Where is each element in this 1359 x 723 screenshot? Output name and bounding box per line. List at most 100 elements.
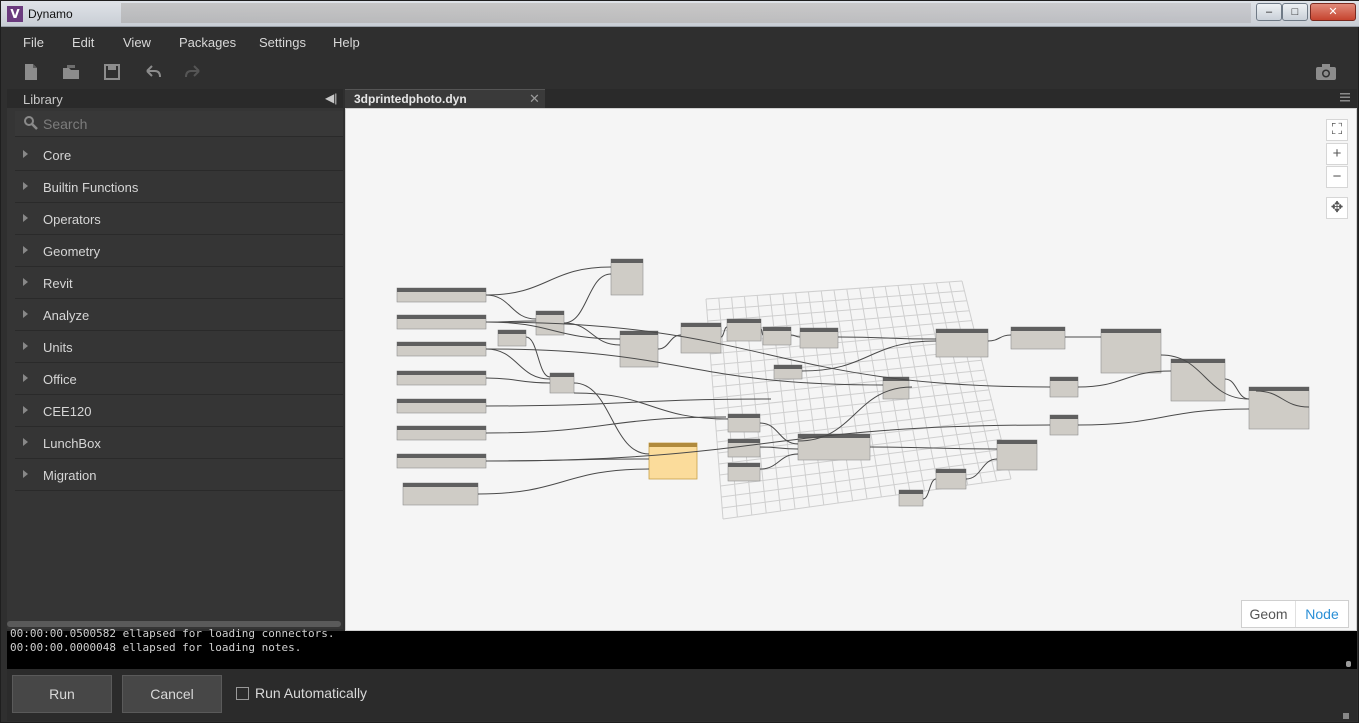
library-category-label: Office: [43, 372, 77, 387]
window-title: Dynamo: [28, 7, 73, 21]
dynamo-window: V Dynamo – □ ✕ File Edit View Packages S…: [0, 0, 1359, 723]
menu-file[interactable]: File: [23, 35, 44, 50]
library-category-item[interactable]: LunchBox: [15, 428, 343, 459]
graph-wire: [759, 446, 799, 450]
graph-node-header: [1249, 387, 1309, 391]
graph-node-header: [936, 329, 988, 333]
menu-help[interactable]: Help: [333, 35, 360, 50]
library-category-label: Units: [43, 340, 73, 355]
node-view-button[interactable]: Node: [1296, 601, 1348, 627]
workspace-canvas[interactable]: ⛶ + − ✥ Geom Node: [345, 108, 1357, 631]
library-category-item[interactable]: Builtin Functions: [15, 172, 343, 203]
graph-wire: [525, 336, 551, 378]
open-folder-icon[interactable]: [61, 62, 81, 82]
cancel-button[interactable]: Cancel: [122, 675, 222, 713]
graph-wire: [485, 266, 612, 296]
camera-icon[interactable]: [1315, 62, 1337, 82]
graph-node: [1100, 328, 1162, 374]
geom-view-button[interactable]: Geom: [1242, 601, 1296, 627]
graph-node: [1170, 358, 1226, 402]
graph-node-header: [763, 327, 791, 331]
graph-node-header: [397, 371, 486, 375]
library-category-item[interactable]: Migration: [15, 460, 343, 491]
library-header: Library ◀|: [7, 89, 343, 108]
graph-node-header: [798, 434, 870, 438]
zoom-to-fit-icon[interactable]: ⛶: [1326, 119, 1348, 141]
resize-grip-icon[interactable]: [1343, 713, 1349, 719]
run-button[interactable]: Run: [12, 675, 112, 713]
library-category-item[interactable]: Analyze: [15, 300, 343, 331]
library-category-label: LunchBox: [43, 436, 101, 451]
library-category-item[interactable]: Office: [15, 364, 343, 395]
expand-arrow-icon: [23, 182, 28, 190]
hamburger-menu-icon[interactable]: [1339, 91, 1351, 103]
library-category-item[interactable]: CEE120: [15, 396, 343, 427]
graph-node-header: [728, 414, 760, 418]
menu-bar: File Edit View Packages Settings Help: [7, 29, 1357, 55]
graph-node-header: [536, 311, 564, 315]
library-category-item[interactable]: Units: [15, 332, 343, 363]
zoom-out-icon[interactable]: −: [1326, 166, 1348, 188]
minimize-button[interactable]: –: [1256, 3, 1282, 21]
title-bar: V Dynamo – □ ✕: [1, 1, 1359, 27]
graph-node-header: [936, 469, 966, 473]
library-category-label: Migration: [43, 468, 97, 483]
graph-wire: [573, 392, 729, 420]
save-icon[interactable]: [102, 62, 122, 82]
graph-wire: [485, 377, 551, 384]
graph-wire: [477, 468, 650, 495]
library-panel: Library ◀| Core Builtin Functions Operator…: [7, 89, 343, 629]
graph-node-header: [397, 288, 486, 292]
graph-wire: [1077, 370, 1172, 388]
tab-3dprintedphoto[interactable]: 3dprintedphoto.dyn ✕: [345, 89, 545, 108]
collapse-library-icon[interactable]: ◀|: [325, 91, 337, 105]
graph-node-header: [397, 342, 486, 346]
graph-node-header: [550, 373, 574, 377]
graph-node: [996, 439, 1038, 471]
zoom-in-icon[interactable]: +: [1326, 143, 1348, 165]
expand-arrow-icon: [23, 406, 28, 414]
library-category-item[interactable]: Geometry: [15, 236, 343, 267]
menu-edit[interactable]: Edit: [72, 35, 94, 50]
console-line: 00:00:00.0500582 ellapsed for loading co…: [10, 627, 335, 640]
console-scrollbar[interactable]: [1346, 661, 1351, 667]
selected-graph-node-header: [649, 443, 697, 447]
maximize-button[interactable]: □: [1282, 3, 1308, 21]
library-category-item[interactable]: Operators: [15, 204, 343, 235]
library-category-item[interactable]: Core: [15, 140, 343, 171]
pan-icon[interactable]: ✥: [1326, 197, 1348, 219]
graph-node-header: [498, 330, 526, 334]
graph-wire: [563, 322, 621, 346]
workspace-tab-bar: 3dprintedphoto.dyn ✕: [345, 89, 1357, 108]
search-input[interactable]: [43, 114, 323, 134]
graph-node-header: [800, 328, 838, 332]
graph-node: [610, 258, 644, 296]
selected-graph-node: [648, 442, 698, 480]
close-tab-icon[interactable]: ✕: [529, 91, 540, 107]
library-category-label: Operators: [43, 212, 101, 227]
graph-node-header: [1011, 327, 1065, 331]
undo-icon[interactable]: [143, 62, 163, 82]
console-output: 00:00:00.0500582 ellapsed for loading co…: [7, 627, 1357, 669]
graph-node: [1248, 386, 1310, 430]
search-icon: [24, 116, 38, 130]
view-toggle: Geom Node: [1241, 600, 1349, 628]
run-automatically-checkbox[interactable]: [236, 687, 249, 700]
redo-icon: [185, 65, 200, 78]
graph-wire: [1077, 408, 1250, 426]
node-graph[interactable]: [346, 109, 1357, 631]
new-file-icon[interactable]: [21, 62, 41, 82]
toolbar: [7, 56, 1357, 89]
menu-settings[interactable]: Settings: [259, 35, 306, 50]
menu-packages[interactable]: Packages: [179, 35, 236, 50]
dynamo-logo-icon: V: [7, 6, 23, 22]
menu-view[interactable]: View: [123, 35, 151, 50]
close-window-button[interactable]: ✕: [1310, 3, 1356, 21]
library-category-label: Core: [43, 148, 72, 163]
graph-node-header: [899, 490, 923, 494]
graph-wire: [485, 424, 1051, 462]
graph-node-header: [611, 259, 643, 263]
library-category-item[interactable]: Revit: [15, 268, 343, 299]
expand-arrow-icon: [23, 470, 28, 478]
graph-node-header: [1050, 415, 1078, 419]
